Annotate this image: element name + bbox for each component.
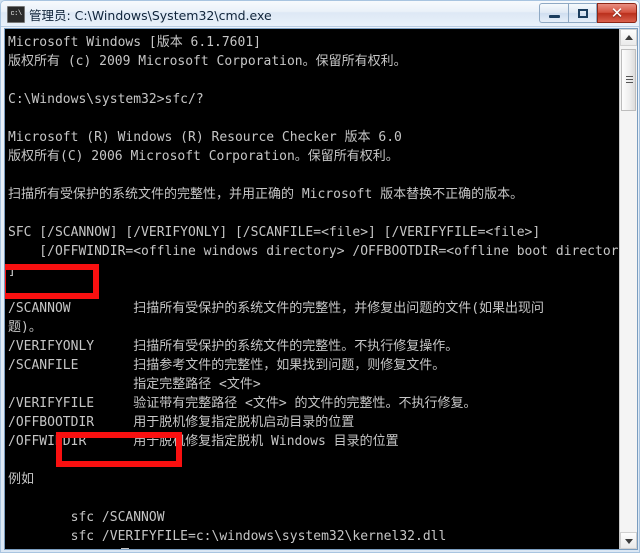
- scroll-up-arrow-icon: [625, 35, 633, 40]
- scrollbar-thumb[interactable]: [621, 49, 636, 111]
- maximize-icon: [578, 9, 588, 18]
- window-title: 管理员: C:\Windows\System32\cmd.exe: [29, 8, 272, 23]
- console-client-area[interactable]: Microsoft Windows [版本 6.1.7601] 版权所有 (c)…: [4, 28, 638, 550]
- scroll-down-arrow-icon: [625, 539, 633, 544]
- minimize-button[interactable]: [539, 3, 568, 23]
- minimize-icon: [549, 15, 560, 18]
- maximize-button[interactable]: [568, 3, 597, 23]
- close-button[interactable]: ✕: [597, 3, 637, 23]
- scrollbar-track[interactable]: [620, 46, 637, 532]
- cmd-console-icon: c:\: [7, 6, 25, 23]
- cmd-window: c:\ 管理员: C:\Windows\System32\cmd.exe ✕ M…: [0, 0, 640, 553]
- close-icon: ✕: [610, 4, 624, 22]
- annotation-box-scannow: [5, 264, 99, 299]
- text-cursor: [121, 548, 129, 549]
- title-bar[interactable]: c:\ 管理员: C:\Windows\System32\cmd.exe ✕: [1, 1, 639, 27]
- annotation-box-example-command: [56, 432, 182, 467]
- scroll-up-button[interactable]: [620, 29, 637, 46]
- scrollbar-grip-icon: [626, 76, 633, 83]
- vertical-scrollbar[interactable]: [619, 29, 637, 549]
- scroll-down-button[interactable]: [620, 532, 637, 549]
